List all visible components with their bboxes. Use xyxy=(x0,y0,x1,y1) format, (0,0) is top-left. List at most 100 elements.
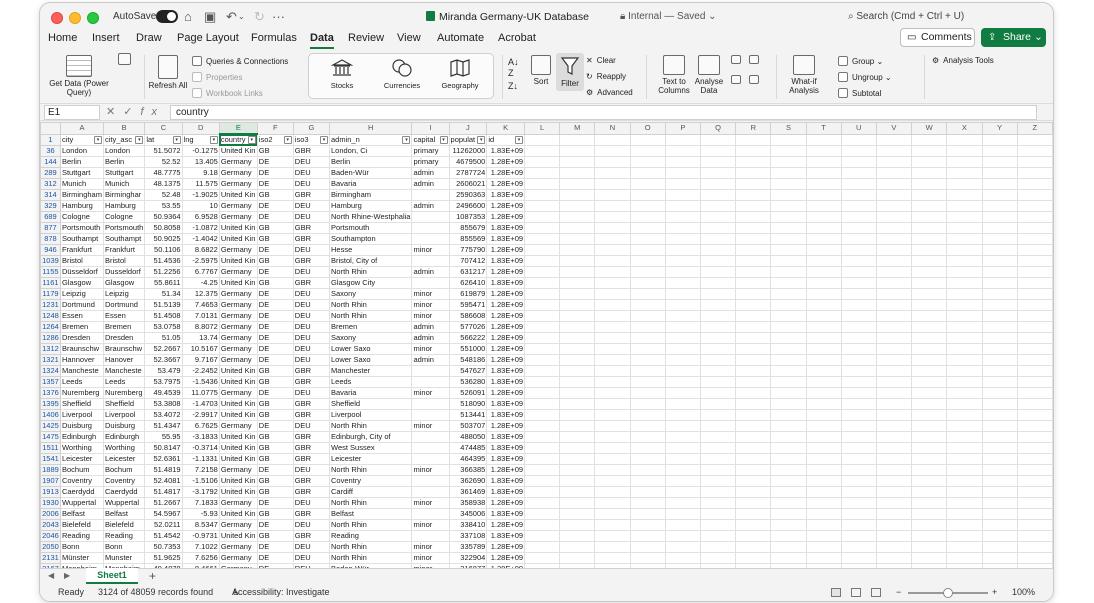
cell[interactable] xyxy=(524,133,561,146)
cell[interactable]: 1.28E+09 xyxy=(486,211,526,223)
cell[interactable] xyxy=(875,167,913,179)
cell[interactable]: 1.83E+09 xyxy=(486,409,526,421)
cell[interactable] xyxy=(875,277,913,289)
cell[interactable] xyxy=(735,442,772,454)
cell[interactable] xyxy=(875,453,913,465)
cell[interactable]: Portsmouth xyxy=(59,222,104,234)
cell[interactable] xyxy=(664,508,701,520)
cell[interactable] xyxy=(770,475,807,487)
cell[interactable]: 51.5072 xyxy=(144,145,183,157)
cell[interactable] xyxy=(770,178,807,190)
cell[interactable] xyxy=(559,244,596,256)
cell[interactable] xyxy=(770,167,807,179)
cell[interactable] xyxy=(735,233,772,245)
cell[interactable] xyxy=(910,233,948,245)
cell[interactable]: Leeds xyxy=(59,376,104,388)
cell[interactable]: 48.7775 xyxy=(144,167,183,179)
cell[interactable]: admin xyxy=(411,167,450,179)
cell[interactable] xyxy=(805,310,842,322)
sort-ascending-button[interactable]: A↓ Z xyxy=(508,57,519,79)
cell[interactable] xyxy=(735,189,772,201)
cell[interactable]: 337108 xyxy=(448,530,488,542)
document-status[interactable]: 🔒︎ Internal — Saved ⌄ xyxy=(620,11,717,22)
cell[interactable] xyxy=(1016,486,1053,498)
cell[interactable]: 566222 xyxy=(448,332,488,344)
cell[interactable]: Germany xyxy=(218,266,258,278)
cell[interactable]: Germany xyxy=(218,288,258,300)
cell[interactable] xyxy=(524,508,561,520)
cell[interactable]: GBR xyxy=(292,222,331,234)
cell[interactable] xyxy=(946,398,983,410)
stocks-button[interactable]: Stocks xyxy=(319,58,365,90)
cell[interactable] xyxy=(664,321,701,333)
cell[interactable] xyxy=(910,530,948,542)
enter-icon[interactable]: ✓ xyxy=(123,106,140,118)
cell[interactable] xyxy=(735,244,772,256)
cell[interactable] xyxy=(735,310,772,322)
cell[interactable] xyxy=(875,200,913,212)
cell[interactable] xyxy=(1016,244,1053,256)
cell[interactable] xyxy=(735,133,772,146)
zoom-in-button[interactable]: + xyxy=(992,584,997,601)
cell[interactable]: DEU xyxy=(292,200,331,212)
cell[interactable]: 52.3667 xyxy=(144,354,183,366)
cell[interactable]: Stuttgart xyxy=(102,167,146,179)
cell[interactable]: Stuttgart xyxy=(59,167,104,179)
cell[interactable]: Worthing xyxy=(102,442,146,454)
cell[interactable] xyxy=(559,332,596,344)
cell[interactable] xyxy=(1016,343,1053,355)
cell[interactable]: Germany xyxy=(218,497,258,509)
column-header[interactable]: B xyxy=(102,122,146,135)
cell[interactable] xyxy=(981,475,1018,487)
cell[interactable]: 53.4072 xyxy=(144,409,183,421)
cell[interactable] xyxy=(840,343,877,355)
filter-dropdown-icon[interactable]: ▾ xyxy=(439,135,448,144)
cell[interactable] xyxy=(559,387,596,399)
cell[interactable] xyxy=(981,398,1018,410)
cell[interactable]: 855679 xyxy=(448,222,488,234)
cell[interactable] xyxy=(699,189,737,201)
cell[interactable] xyxy=(910,133,948,146)
row-header[interactable]: 312 xyxy=(40,178,61,190)
first-sheet-icon[interactable]: ◀ xyxy=(48,571,54,580)
cell[interactable] xyxy=(981,497,1018,509)
cell[interactable] xyxy=(629,354,666,366)
cell[interactable]: 1.83E+09 xyxy=(486,277,526,289)
cell[interactable]: GB xyxy=(256,530,294,542)
column-header[interactable]: C xyxy=(144,122,183,135)
cell[interactable]: Portsmouth xyxy=(102,222,146,234)
cell[interactable] xyxy=(594,255,631,267)
cell[interactable]: Leicester xyxy=(328,453,413,465)
cell[interactable]: Dusseldorf xyxy=(102,266,146,278)
cell[interactable] xyxy=(910,222,948,234)
cell[interactable]: Cologne xyxy=(59,211,104,223)
cell[interactable]: Leipzig xyxy=(102,288,146,300)
cell[interactable]: admin xyxy=(411,178,450,190)
row-header[interactable]: 1406 xyxy=(40,409,61,421)
cell[interactable] xyxy=(629,178,666,190)
cell[interactable] xyxy=(910,354,948,366)
cell[interactable] xyxy=(805,156,842,168)
cell[interactable] xyxy=(981,222,1018,234)
cell[interactable] xyxy=(875,354,913,366)
cell[interactable] xyxy=(805,200,842,212)
cell[interactable] xyxy=(629,365,666,377)
cell[interactable] xyxy=(559,464,596,476)
cell[interactable] xyxy=(559,354,596,366)
cell[interactable]: 10 xyxy=(181,200,220,212)
cell[interactable]: United Kin xyxy=(218,475,258,487)
cell[interactable] xyxy=(594,486,631,498)
row-header[interactable]: 1179 xyxy=(40,288,61,300)
cell[interactable]: DE xyxy=(256,244,294,256)
cell[interactable]: 338410 xyxy=(448,519,488,531)
column-header[interactable]: N xyxy=(594,122,631,135)
cell[interactable]: Germany xyxy=(218,310,258,322)
cell[interactable] xyxy=(664,354,701,366)
cell[interactable]: DE xyxy=(256,200,294,212)
cell[interactable] xyxy=(910,453,948,465)
group-button[interactable]: Group ⌄ xyxy=(838,56,883,67)
cell[interactable] xyxy=(770,387,807,399)
cell[interactable] xyxy=(770,497,807,509)
cell[interactable] xyxy=(559,211,596,223)
cell[interactable] xyxy=(946,552,983,564)
